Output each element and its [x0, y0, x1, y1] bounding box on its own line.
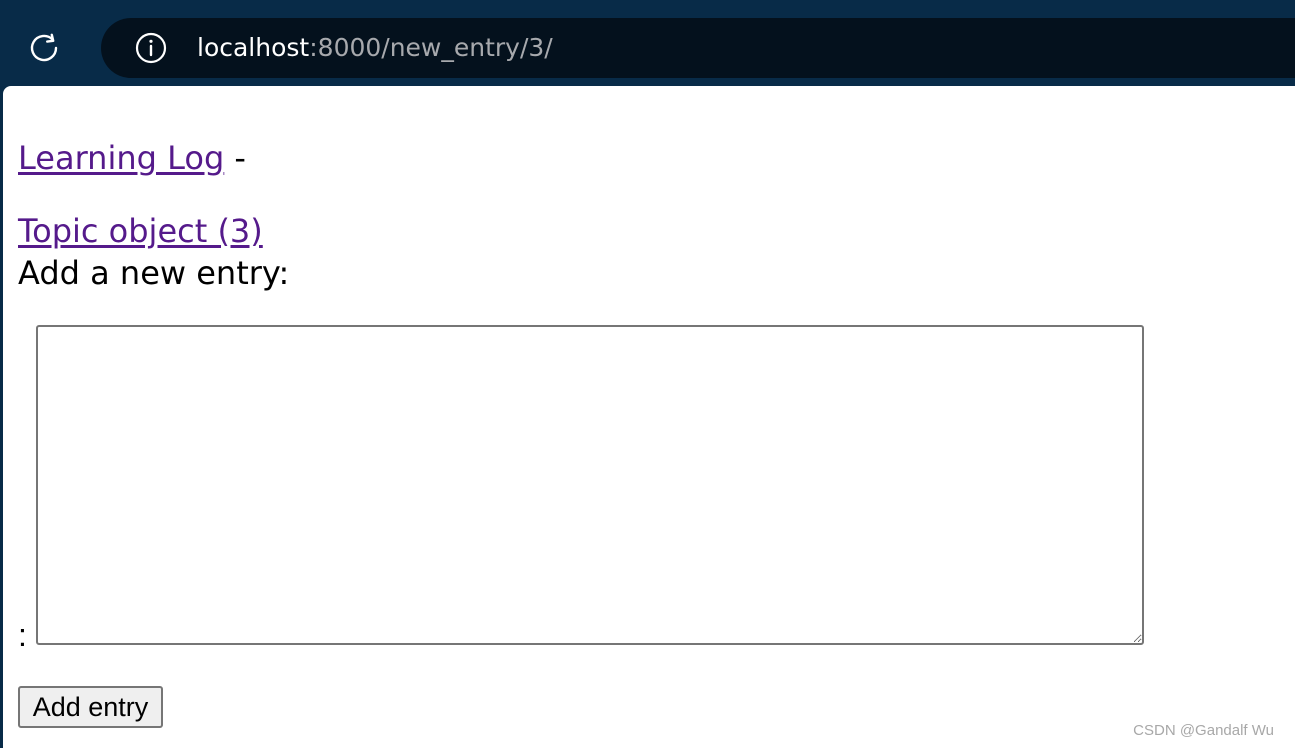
- page-content: Learning Log - Topic object (3) Add a ne…: [18, 86, 1288, 748]
- url-host: localhost: [197, 32, 310, 62]
- nav-separator: -: [224, 139, 246, 177]
- watermark: CSDN @Gandalf Wu: [1133, 722, 1274, 739]
- info-icon[interactable]: [135, 32, 167, 64]
- add-entry-button[interactable]: Add entry: [18, 686, 163, 728]
- topic-paragraph: Topic object (3): [18, 211, 263, 251]
- new-entry-form: : Add entry: [18, 324, 1158, 730]
- address-bar[interactable]: localhost:8000/new_entry/3/: [101, 18, 1295, 78]
- page-heading: Add a new entry:: [18, 254, 290, 292]
- browser-toolbar: localhost:8000/new_entry/3/: [0, 0, 1295, 86]
- url-text[interactable]: localhost:8000/new_entry/3/: [197, 35, 553, 60]
- entry-field-label: :: [18, 617, 27, 653]
- page-viewport: Learning Log - Topic object (3) Add a ne…: [3, 86, 1295, 748]
- url-path: :8000/new_entry/3/: [309, 32, 553, 62]
- topic-link[interactable]: Topic object (3): [18, 212, 263, 250]
- site-navigation: Learning Log -: [18, 138, 246, 178]
- reload-button[interactable]: [23, 27, 65, 69]
- entry-textarea[interactable]: [36, 325, 1144, 645]
- reload-icon: [30, 33, 58, 62]
- learning-log-link[interactable]: Learning Log: [18, 139, 224, 177]
